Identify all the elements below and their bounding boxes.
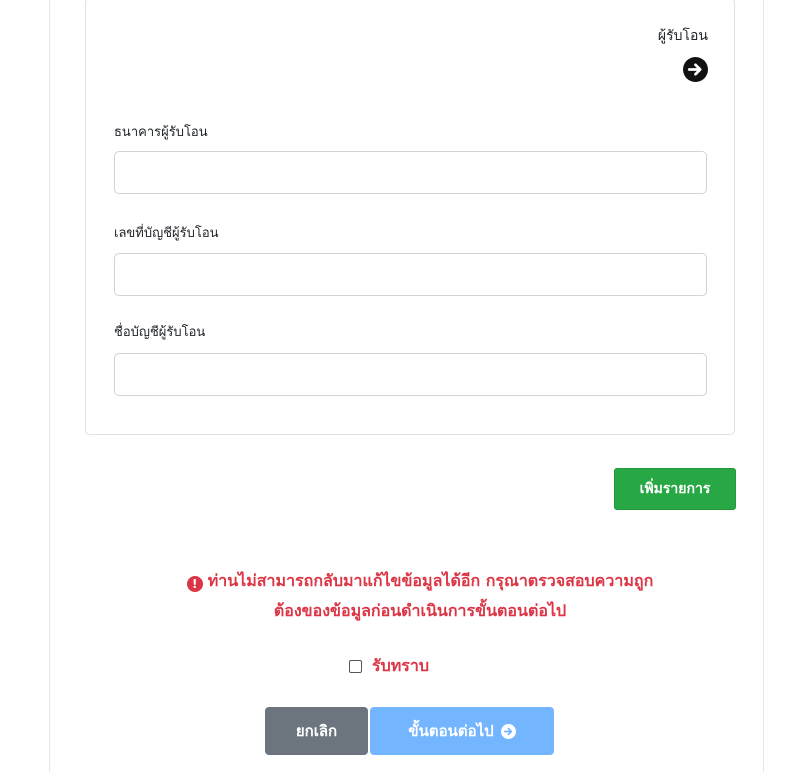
acknowledge-checkbox[interactable]	[349, 660, 362, 673]
next-step-button[interactable]: ขั้นตอนต่อไป	[370, 707, 554, 755]
exclamation-circle-icon: !	[186, 576, 203, 592]
warning-line-1: ท่านไม่สามารถกลับมาแก้ไขข้อมูลได้อีก กรุ…	[207, 571, 654, 590]
warning-line-2: ต้องของข้อมูลก่อนดำเนินการขั้นตอนต่อไป	[273, 601, 567, 620]
account-name-label: ชื่อบัญชีผู้รับโอน	[114, 325, 206, 340]
warning-message: ! ท่านไม่สามารถกลับมาแก้ไขข้อมูลได้อีก กร…	[80, 566, 760, 626]
account-name-input[interactable]	[114, 353, 707, 396]
cancel-button[interactable]: ยกเลิก	[265, 707, 368, 755]
arrow-circle-right-icon[interactable]	[683, 57, 708, 82]
account-number-input[interactable]	[114, 253, 707, 296]
acknowledge-label: รับทราบ	[372, 656, 430, 675]
bank-label: ธนาคารผู้รับโอน	[114, 125, 208, 140]
next-step-label: ขั้นตอนต่อไป	[408, 722, 494, 740]
recipient-heading: ผู้รับโอน	[657, 28, 708, 44]
recipient-card: ผู้รับโอน ธนาคารผู้รับโอน เลขที่บัญชีผู้…	[85, 0, 735, 435]
add-item-button[interactable]: เพิ่มรายการ	[614, 468, 736, 510]
acknowledge-row[interactable]: รับทราบ	[349, 654, 429, 679]
account-number-label: เลขที่บัญชีผู้รับโอน	[114, 226, 219, 241]
bank-input[interactable]	[114, 151, 707, 194]
arrow-circle-right-icon	[500, 723, 516, 739]
